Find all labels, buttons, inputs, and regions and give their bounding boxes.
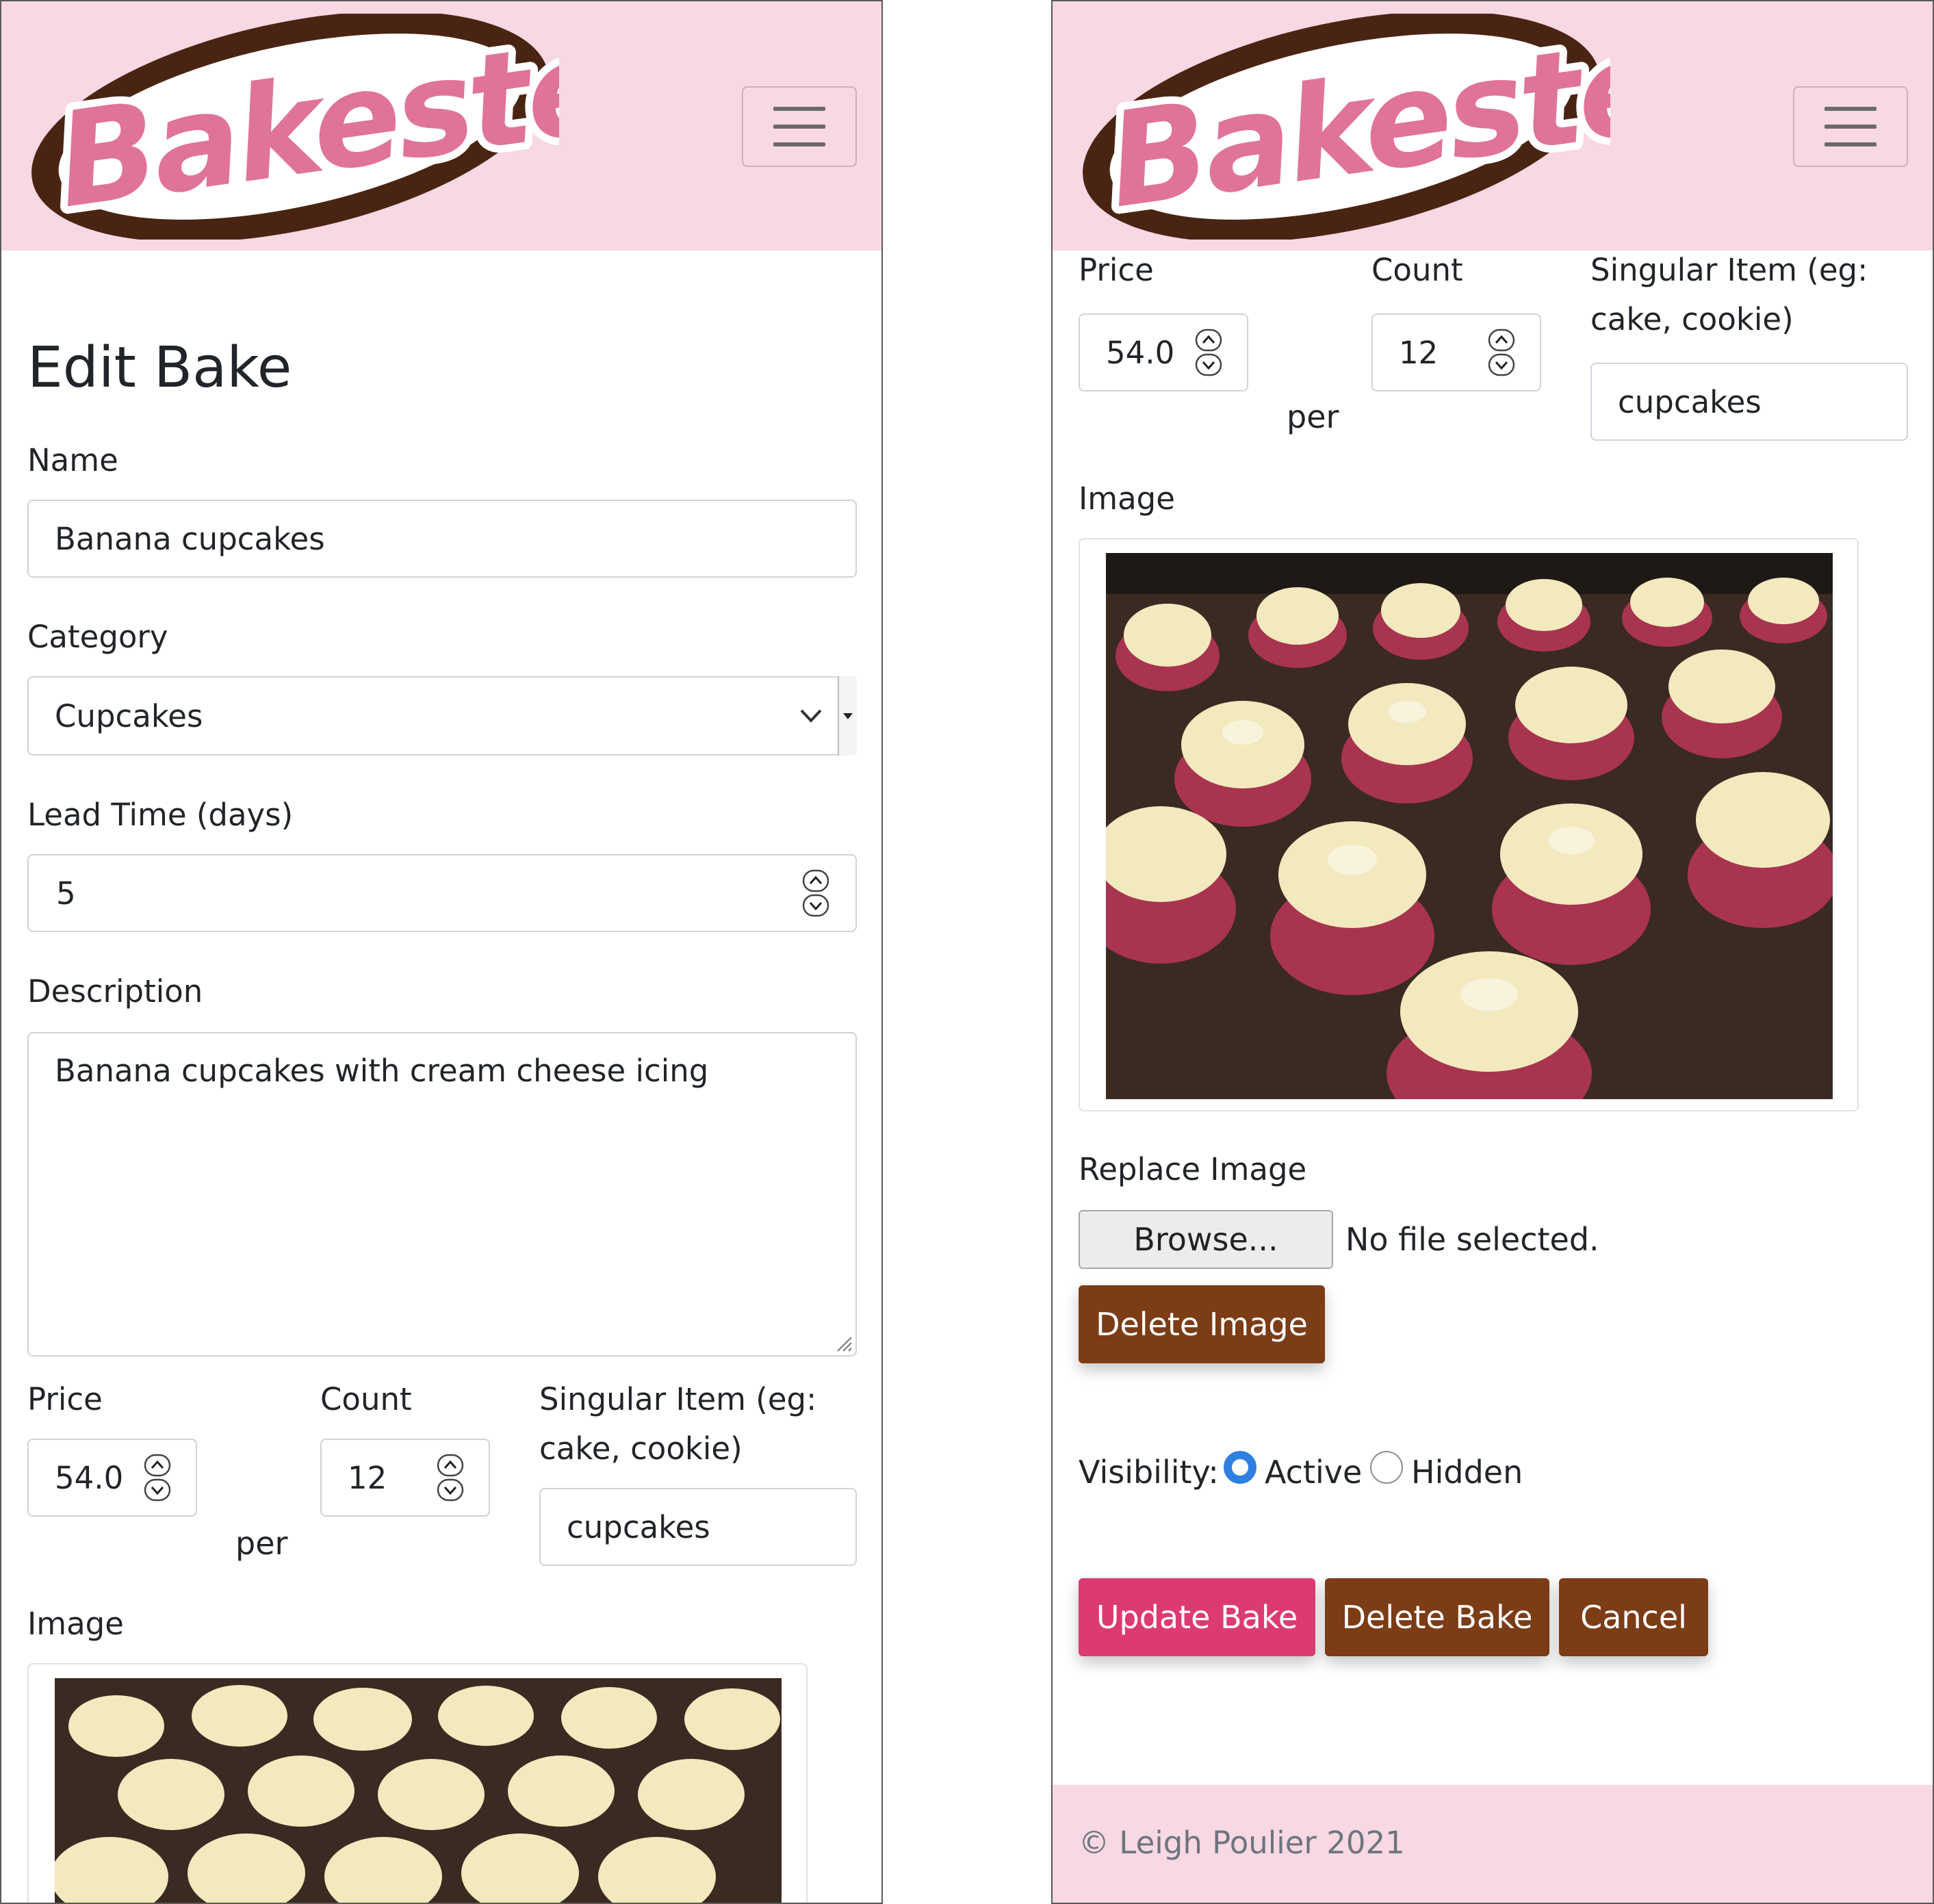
image-label: Image [27,1606,124,1642]
lead-time-input[interactable]: 5 [27,854,857,932]
delete-image-button[interactable]: Delete Image [1079,1285,1325,1363]
footer: © Leigh Poulier 2021 [1053,1785,1933,1903]
count-value: 12 [1399,334,1439,371]
count-input[interactable]: 12 [1371,313,1541,391]
singular-item-input[interactable]: cupcakes [539,1488,857,1566]
name-input[interactable]: Banana cupcakes [27,500,857,578]
lead-time-label: Lead Time (days) [27,797,294,833]
select-dropdown-arrow[interactable] [838,676,857,756]
menu-toggle-button[interactable] [742,86,857,167]
price-stepper[interactable] [144,1454,171,1502]
resize-handle-icon[interactable] [835,1335,853,1352]
visibility-active-label[interactable]: Active [1265,1454,1362,1491]
browse-button[interactable]: Browse... [1079,1210,1333,1269]
per-text: per [1287,398,1339,435]
navbar: Bakester [1,1,881,250]
visibility-active-radio[interactable] [1224,1451,1256,1484]
copyright-text: © Leigh Poulier 2021 [1079,1825,1405,1861]
file-status-text: No file selected. [1345,1221,1599,1258]
singular-label-line1: Singular Item (eg: [539,1381,817,1417]
spinner-down-icon[interactable] [1488,353,1515,376]
category-select[interactable]: Cupcakes [27,676,857,756]
price-label: Price [1079,252,1154,288]
update-bake-button[interactable]: Update Bake [1079,1578,1315,1656]
count-stepper[interactable] [1488,329,1515,376]
price-stepper[interactable] [1195,329,1222,376]
singular-label-line1: Singular Item (eg: [1590,252,1868,288]
cupcakes-photo [55,1678,782,1903]
singular-label-line2: cake, cookie) [1590,301,1794,337]
bakester-logo[interactable]: Bakester [22,14,559,240]
visibility-label: Visibility: [1079,1454,1219,1491]
description-value: Banana cupcakes with cream cheese icing [55,1053,709,1089]
spinner-up-icon[interactable] [1488,329,1515,352]
bakester-logo[interactable]: Bakester [1073,14,1610,240]
count-value: 12 [348,1459,387,1496]
menu-toggle-button[interactable] [1793,86,1908,167]
hamburger-icon [1825,107,1877,111]
description-label: Description [27,973,203,1009]
description-textarea[interactable]: Banana cupcakes with cream cheese icing [27,1032,857,1356]
image-preview-frame [1079,538,1859,1111]
price-input[interactable]: 54.0 [27,1439,197,1517]
cancel-button[interactable]: Cancel [1559,1578,1708,1656]
hamburger-icon [773,107,825,111]
lead-time-stepper[interactable] [802,869,829,917]
singular-item-input[interactable]: cupcakes [1590,363,1908,441]
spinner-down-icon[interactable] [802,894,829,917]
category-value: Cupcakes [55,697,203,734]
image-preview-frame [27,1663,808,1903]
price-label: Price [27,1381,103,1417]
singular-label-line2: cake, cookie) [539,1430,743,1467]
cupcakes-photo [1106,553,1833,1099]
price-input[interactable]: 54.0 [1079,313,1248,391]
page-title: Edit Bake [27,335,292,400]
image-label: Image [1079,480,1175,517]
replace-image-label: Replace Image [1079,1151,1307,1187]
navbar: Bakester [1053,1,1933,250]
count-stepper[interactable] [437,1454,464,1502]
spinner-down-icon[interactable] [1195,353,1222,376]
count-label: Count [1371,252,1463,288]
phone-screen-top: Bakester Edit Bake Name Banana cupcakes … [0,0,883,1904]
price-value: 54.0 [55,1459,124,1496]
phone-screen-bottom: Price 54.0 per Count 12 Singular Item (e… [1051,0,1934,1904]
chevron-down-icon [800,709,822,723]
visibility-hidden-label[interactable]: Hidden [1411,1454,1523,1491]
per-text: per [235,1525,288,1562]
price-value: 54.0 [1106,334,1175,371]
delete-bake-button[interactable]: Delete Bake [1325,1578,1549,1656]
spinner-up-icon[interactable] [1195,329,1222,352]
count-label: Count [320,1381,412,1417]
spinner-down-icon[interactable] [437,1478,464,1502]
lead-time-value: 5 [56,875,76,912]
spinner-down-icon[interactable] [144,1478,171,1502]
name-label: Name [27,442,118,478]
spinner-up-icon[interactable] [802,869,829,892]
category-label: Category [27,619,168,655]
visibility-hidden-radio[interactable] [1370,1451,1403,1484]
spinner-up-icon[interactable] [437,1454,464,1477]
count-input[interactable]: 12 [320,1439,490,1517]
spinner-up-icon[interactable] [144,1454,171,1477]
